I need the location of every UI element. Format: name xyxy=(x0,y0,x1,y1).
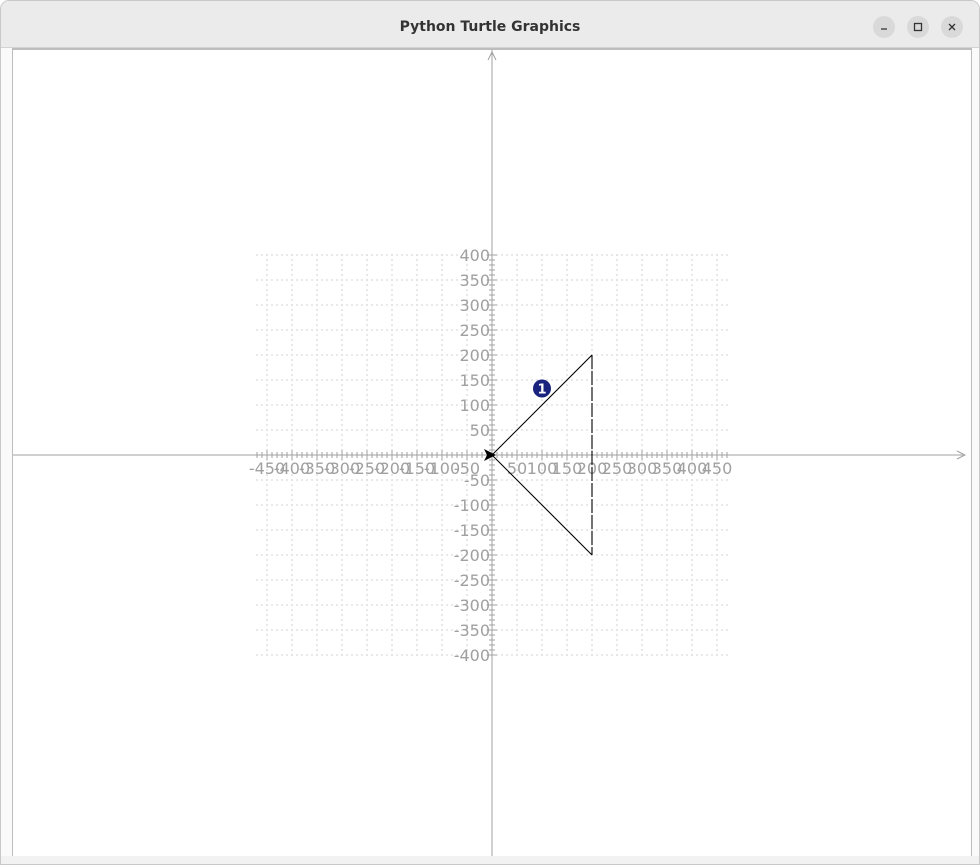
close-icon xyxy=(948,23,956,31)
close-button[interactable] xyxy=(941,16,963,38)
title-bar[interactable]: Python Turtle Graphics xyxy=(1,1,979,48)
y-tick-label: 400 xyxy=(459,246,490,265)
y-tick-label: 150 xyxy=(459,371,490,390)
y-tick-label: -150 xyxy=(454,521,490,540)
window-bottom-edge xyxy=(1,856,979,864)
y-tick-label: -400 xyxy=(454,646,490,665)
minimize-button[interactable] xyxy=(873,16,895,38)
x-tick-label: 450 xyxy=(702,459,733,478)
y-tick-label: -200 xyxy=(454,546,490,565)
y-tick-label: -250 xyxy=(454,571,490,590)
y-tick-label: 350 xyxy=(459,271,490,290)
y-tick-label: 100 xyxy=(459,396,490,415)
y-tick-label: 50 xyxy=(470,421,490,440)
y-tick-label: 250 xyxy=(459,321,490,340)
maximize-button[interactable] xyxy=(907,16,929,38)
y-tick-label: -300 xyxy=(454,596,490,615)
maximize-icon xyxy=(913,22,923,32)
marker-label: 1 xyxy=(537,383,546,398)
x-tick-label: 50 xyxy=(507,459,527,478)
y-tick-label: 300 xyxy=(459,296,490,315)
y-tick-label: -50 xyxy=(464,471,490,490)
turtle-canvas[interactable]: -450 -400 -350 -300 -250 -200 -150 -100 -50 50 100… xyxy=(12,48,972,857)
y-tick-label: 200 xyxy=(459,346,490,365)
minimize-icon xyxy=(881,28,887,30)
turtle-plot: -450-400-350-300-250-200-150-100-50 50 100… xyxy=(13,50,967,856)
y-tick-label: -100 xyxy=(454,496,490,515)
turtle-window: Python Turtle Graphics -450 -400 -350 -300-… xyxy=(0,0,980,865)
y-tick-label: -350 xyxy=(454,621,490,640)
window-title: Python Turtle Graphics xyxy=(399,19,581,35)
